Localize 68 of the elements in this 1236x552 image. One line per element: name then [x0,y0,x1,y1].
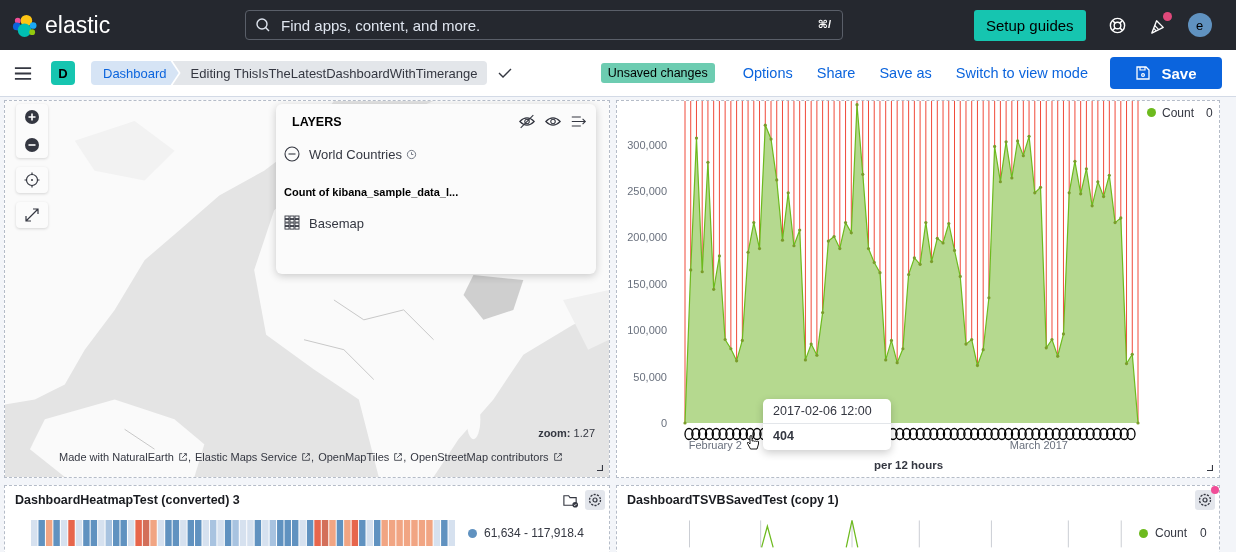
legend-value: 0 [1200,526,1207,540]
resize-handle-icon[interactable] [597,465,603,471]
y-axis-label: 50,000 [633,370,667,383]
attribution-link[interactable]: OpenMapTiles [318,451,404,463]
y-axis-label: 200,000 [627,231,667,244]
locate-icon[interactable] [22,170,42,190]
layer-item[interactable]: World Countries [284,142,588,166]
external-link-icon [393,452,404,462]
legend-value: 0 [1206,105,1213,120]
legend-label[interactable]: Count [1162,105,1195,120]
y-axis-label: 250,000 [627,185,667,197]
resize-handle-icon[interactable] [1207,465,1213,471]
external-link-icon [301,452,312,462]
pointer-cursor-icon [746,435,760,451]
zoom-in-icon[interactable] [22,107,42,127]
tooltip-title: 2017-02-06 12:00 [763,399,891,424]
x-axis-label: February 2 [688,439,742,451]
layer-group-title: Count of kibana_sample_data_l... [284,186,460,198]
breadcrumb[interactable]: Dashboard [91,61,179,85]
y-axis-label: 0 [660,417,667,429]
separator: , [187,451,191,463]
collapse-icon[interactable] [570,114,588,129]
x-axis-title: per 12 hours [874,459,944,471]
y-axis-label: 300,000 [627,138,667,151]
save-icon [1135,65,1152,81]
header-link[interactable]: Switch to view mode [955,65,1088,81]
attribution-link[interactable]: OpenStreetMap contributors [410,451,563,463]
clock-icon [405,148,417,160]
minus-circle-icon [284,146,300,162]
space-avatar[interactable]: D [51,61,75,85]
eye-slash-icon[interactable] [518,114,536,129]
attribution-link[interactable]: Elastic Maps Service [195,451,312,463]
save-button[interactable]: Save [1110,57,1222,89]
breadcrumb[interactable]: Editing ThisIsTheLatestDashboardWithTimerange [172,61,488,85]
external-link-icon [177,452,188,462]
expand-icon[interactable] [22,205,42,225]
attribution-link[interactable]: Made with NaturalEarth [59,451,188,463]
panel-title: DashboardTSVBSavedTest (copy 1) [627,493,840,507]
x-axis-label: March 2017 [1009,439,1068,451]
settings-icon[interactable] [585,490,605,510]
y-axis-label: 150,000 [627,277,667,290]
menu-icon[interactable] [14,65,32,81]
keyboard-shortcut: ⌘/ [817,18,831,31]
settings-icon[interactable] [1195,490,1215,510]
header-link[interactable]: Options [742,65,793,81]
tooltip-value: 404 [772,428,795,445]
help-icon[interactable] [1107,15,1127,35]
layer-item[interactable]: Basemap [284,211,588,235]
header-link[interactable]: Share [816,65,856,81]
legend-label[interactable]: Count [1155,526,1188,540]
grid-icon [284,215,300,231]
zoom-out-icon[interactable] [22,135,42,155]
header-link[interactable]: Save as [879,65,932,81]
unsaved-badge: Unsaved changes [600,63,715,83]
logo-icon[interactable] [12,12,37,38]
user-avatar[interactable]: e [1187,13,1212,37]
zoom-level: zoom: 1.27 [538,427,595,439]
panel-title: DashboardHeatmapTest (converted) 3 [15,493,241,507]
separator: , [311,451,315,463]
separator: , [403,451,407,463]
legend-label[interactable]: 61,634 - 117,918.4 [484,526,584,540]
y-axis-label: 100,000 [627,324,667,337]
brand-name: elastic [45,11,111,39]
external-link-icon [552,452,563,462]
eye-icon[interactable] [544,114,562,129]
search-icon [255,17,271,33]
setup-guides-button[interactable]: Setup guides [974,9,1086,41]
layers-title: LAYERS [292,114,343,129]
